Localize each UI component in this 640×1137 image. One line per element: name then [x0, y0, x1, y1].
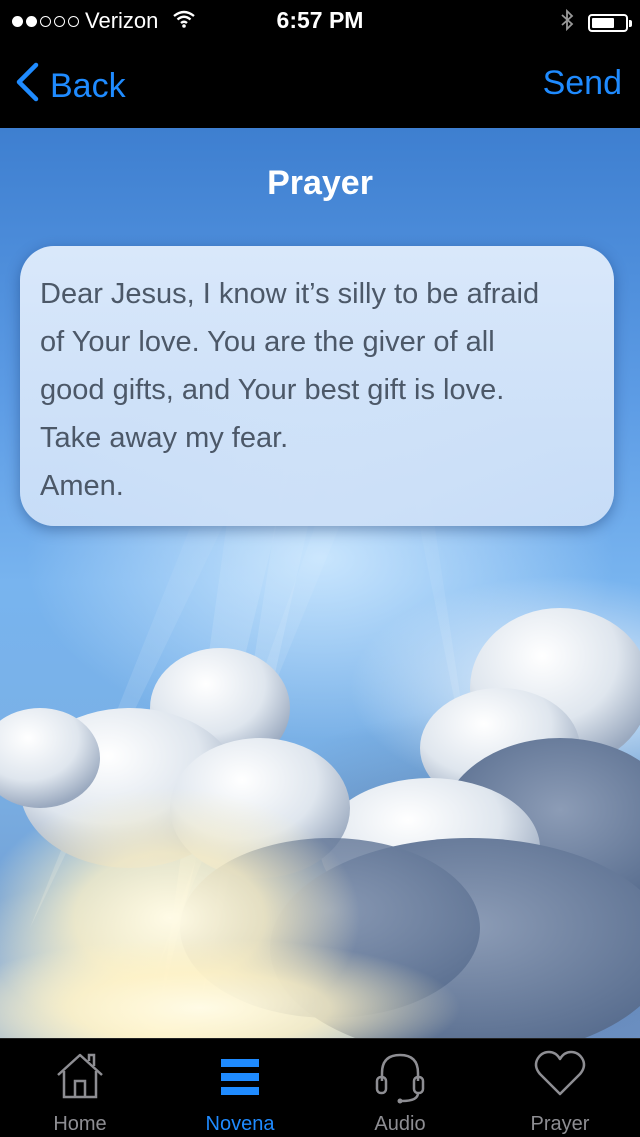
- tab-label: Novena: [205, 1113, 275, 1135]
- back-button[interactable]: Back: [14, 62, 126, 111]
- tab-label: Home: [53, 1113, 107, 1135]
- prayer-text-line: Dear Jesus, I know it’s silly to be afra…: [40, 278, 540, 310]
- tab-audio[interactable]: Audio: [320, 1039, 480, 1137]
- tab-label: Prayer: [530, 1113, 590, 1135]
- prayer-text-line: of Your love. You are the giver of all: [40, 326, 495, 358]
- list-icon: [221, 1059, 259, 1095]
- back-label: Back: [50, 67, 126, 105]
- tab-novena[interactable]: Novena: [160, 1039, 320, 1137]
- navigation-bar: Back Send: [0, 40, 640, 128]
- tab-bar: Home Novena Audio Prayer: [0, 1038, 640, 1137]
- content-area: Prayer Dear Jesus, I know it’s silly to …: [0, 128, 640, 1038]
- send-button[interactable]: Send: [543, 64, 622, 103]
- prayer-card: Dear Jesus, I know it’s silly to be afra…: [20, 246, 614, 526]
- status-time: 6:57 PM: [276, 7, 364, 33]
- tab-prayer[interactable]: Prayer: [480, 1039, 640, 1137]
- status-indicators: [560, 8, 632, 38]
- house-icon: [57, 1053, 103, 1099]
- tab-label: Audio: [374, 1113, 426, 1135]
- status-bar: Verizon 6:57 PM: [0, 0, 640, 40]
- heart-icon: [534, 1050, 586, 1096]
- battery-icon: [588, 14, 632, 32]
- headset-icon: [375, 1053, 425, 1104]
- page-title: Prayer: [267, 164, 373, 202]
- prayer-text-line: Amen.: [40, 470, 124, 502]
- prayer-text-line: Take away my fear.: [40, 422, 289, 454]
- tab-home[interactable]: Home: [0, 1039, 160, 1137]
- bluetooth-icon: [560, 8, 574, 38]
- prayer-text-line: good gifts, and Your best gift is love.: [40, 374, 505, 406]
- chevron-left-icon: [14, 62, 40, 111]
